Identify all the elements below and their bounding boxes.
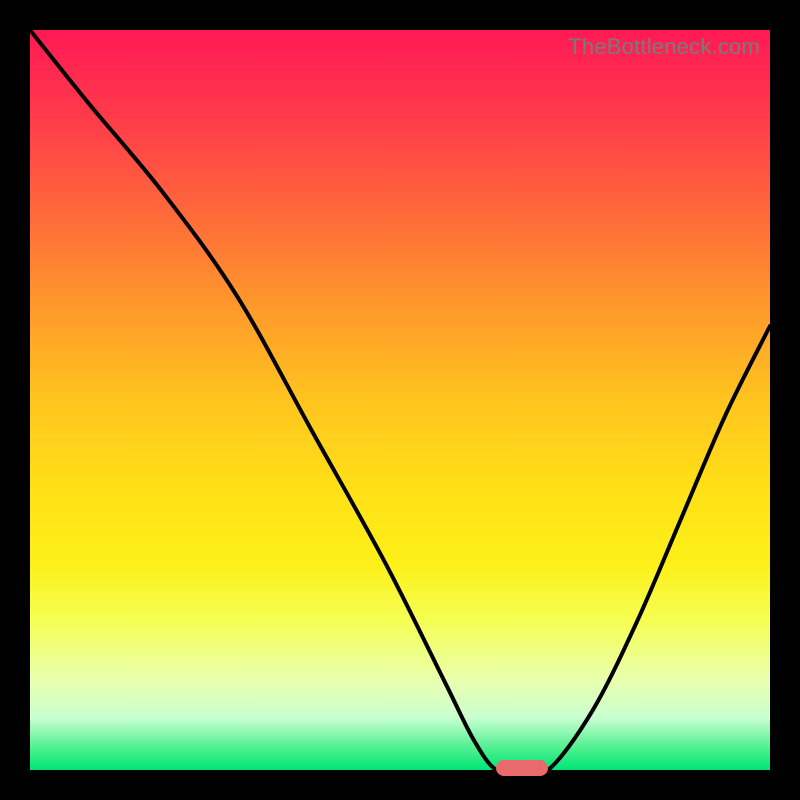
bottleneck-curve: [30, 30, 770, 770]
plot-area: TheBottleneck.com: [30, 30, 770, 770]
chart-frame: TheBottleneck.com: [0, 0, 800, 800]
optimum-marker: [496, 760, 548, 776]
